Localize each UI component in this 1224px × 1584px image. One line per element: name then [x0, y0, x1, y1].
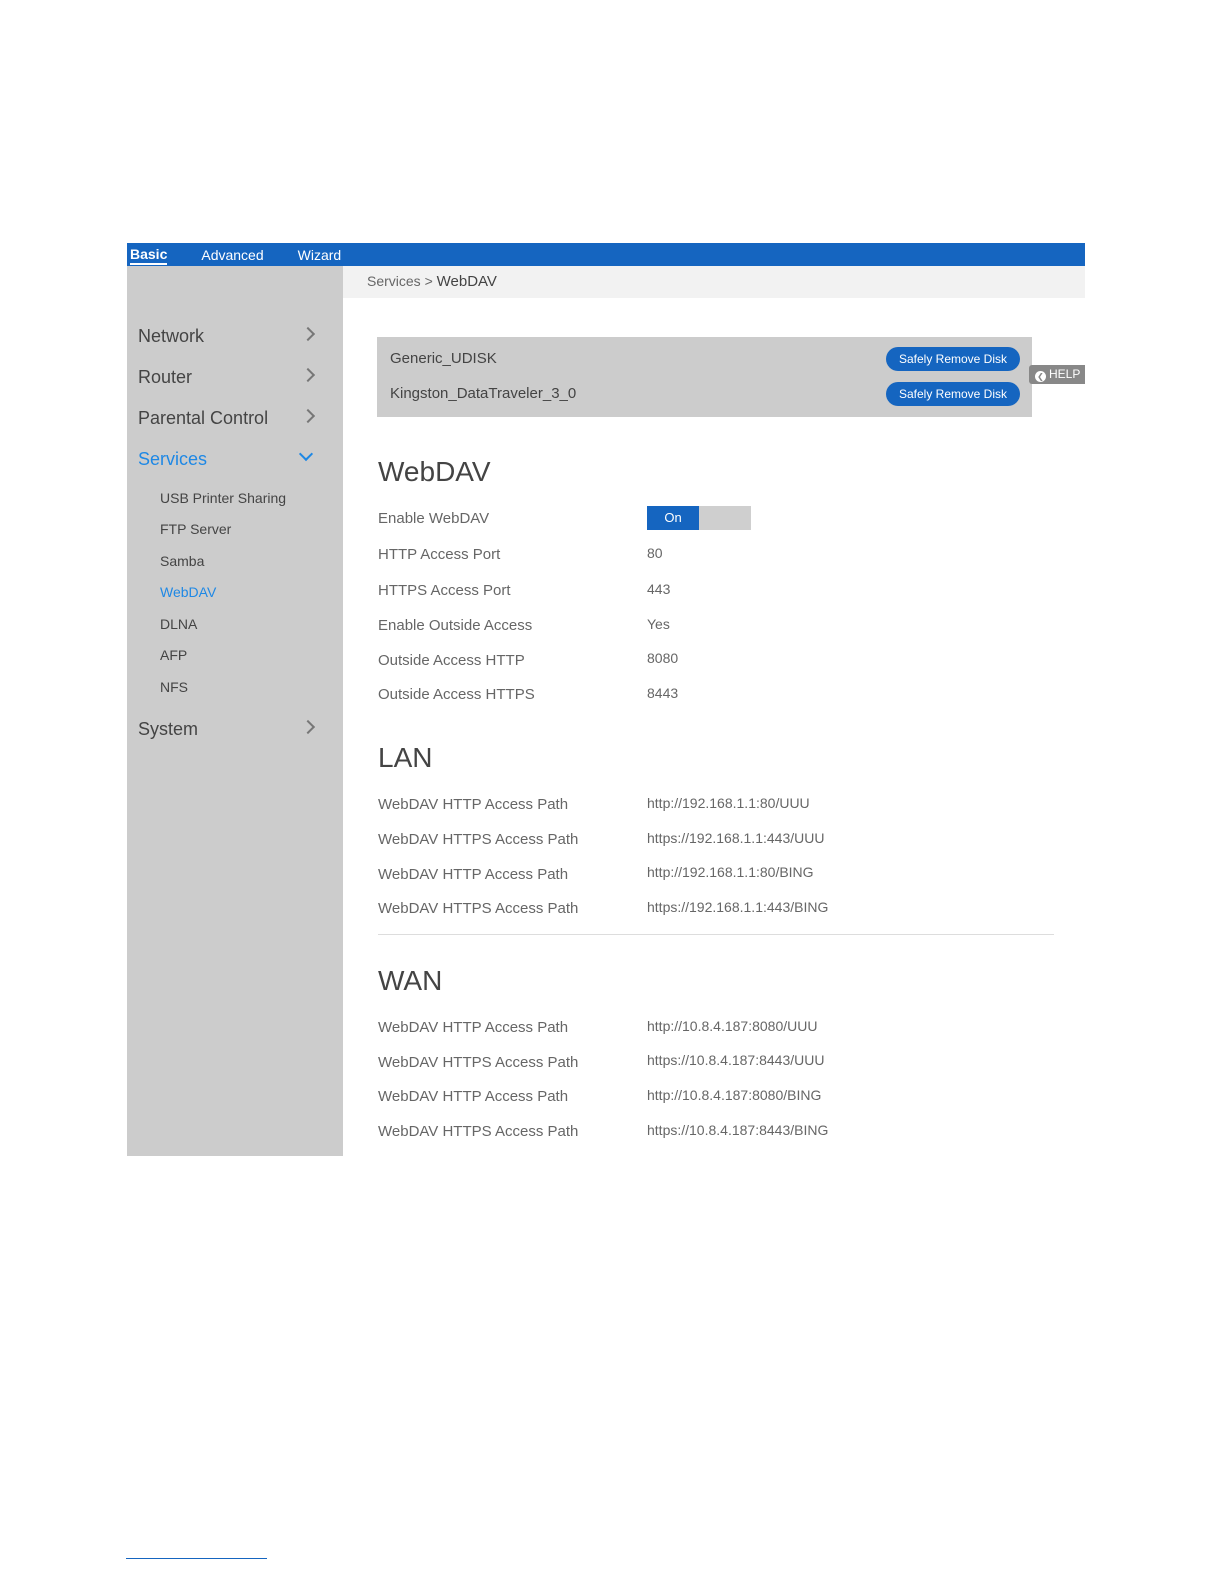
section-title-wan: WAN	[378, 965, 443, 996]
field-value: https://10.8.4.187:8443/UUU	[647, 1052, 825, 1068]
sidebar-item-label: System	[138, 719, 199, 739]
field-value: http://10.8.4.187:8080/BING	[647, 1087, 822, 1103]
sidebar-subitem-webdav[interactable]: WebDAV	[160, 584, 216, 600]
field-value: 443	[647, 581, 671, 597]
field-label: WebDAV HTTP Access Path	[378, 1088, 569, 1105]
field-value: http://192.168.1.1:80/BING	[647, 864, 814, 880]
sidebar-item-router[interactable]: Router	[138, 367, 316, 391]
sidebar-subitem-ftp-server[interactable]: FTP Server	[160, 521, 231, 537]
tab-wizard[interactable]: Wizard	[298, 246, 342, 264]
sidebar-subitem-dlna[interactable]: DLNA	[160, 616, 197, 632]
breadcrumb: Services > WebDAV	[367, 273, 497, 290]
chevron-right-icon	[300, 367, 316, 383]
field-label: WebDAV HTTPS Access Path	[378, 1123, 579, 1140]
field-value: https://10.8.4.187:8443/BING	[647, 1122, 829, 1138]
sidebar-subitem-usb-printer-sharing[interactable]: USB Printer Sharing	[160, 490, 286, 506]
chevron-left-icon: ❮	[1035, 371, 1046, 382]
enable-webdav-label: Enable WebDAV	[378, 510, 490, 527]
field-label: WebDAV HTTP Access Path	[378, 796, 569, 813]
tab-advanced[interactable]: Advanced	[201, 246, 263, 264]
field-label: HTTP Access Port	[378, 546, 501, 563]
enable-webdav-toggle[interactable]: On	[647, 506, 751, 530]
field-value: 80	[647, 545, 663, 561]
sidebar-subitem-nfs[interactable]: NFS	[160, 679, 188, 695]
field-label: HTTPS Access Port	[378, 582, 511, 599]
field-label: WebDAV HTTP Access Path	[378, 1019, 569, 1036]
field-label: WebDAV HTTPS Access Path	[378, 900, 579, 917]
chevron-right-icon	[300, 719, 316, 735]
section-title-webdav: WebDAV	[378, 456, 491, 487]
field-label: Enable Outside Access	[378, 617, 533, 634]
field-value: 8443	[647, 685, 679, 701]
field-value: http://192.168.1.1:80/UUU	[647, 795, 810, 811]
field-value: http://10.8.4.187:8080/UUU	[647, 1018, 818, 1034]
field-value: https://192.168.1.1:443/BING	[647, 899, 829, 915]
sidebar-item-label: Services	[138, 449, 208, 469]
top-nav-bar: Basic Advanced Wizard	[127, 243, 1085, 266]
footnote-divider	[126, 1558, 267, 1559]
sidebar: Network Router Parental Control Services…	[127, 266, 343, 1156]
field-label: WebDAV HTTP Access Path	[378, 866, 569, 883]
safely-remove-disk-button[interactable]: Safely Remove Disk	[886, 347, 1020, 371]
chevron-down-icon	[298, 446, 314, 462]
help-label: HELP	[1049, 367, 1081, 381]
field-value: https://192.168.1.1:443/UUU	[647, 830, 825, 846]
breadcrumb-parent[interactable]: Services >	[367, 273, 433, 289]
field-label: WebDAV HTTPS Access Path	[378, 831, 579, 848]
field-label: WebDAV HTTPS Access Path	[378, 1054, 579, 1071]
sidebar-item-label: Network	[138, 326, 205, 346]
toggle-on-state: On	[647, 506, 699, 530]
help-button[interactable]: ❮ HELP	[1029, 365, 1085, 384]
sidebar-subitem-samba[interactable]: Samba	[160, 553, 204, 569]
sidebar-item-network[interactable]: Network	[138, 326, 316, 350]
sidebar-item-parental-control[interactable]: Parental Control	[138, 408, 316, 432]
disk-panel: Generic_UDISK Safely Remove Disk Kingsto…	[377, 337, 1032, 417]
router-admin-app: Basic Advanced Wizard Network Router Par…	[127, 243, 1085, 1156]
breadcrumb-bar: Services > WebDAV	[343, 266, 1085, 298]
sidebar-item-system[interactable]: System	[138, 719, 316, 743]
chevron-right-icon	[300, 408, 316, 424]
field-label: Outside Access HTTP	[378, 652, 525, 669]
field-label: Outside Access HTTPS	[378, 686, 535, 703]
breadcrumb-current: WebDAV	[436, 273, 497, 290]
sidebar-item-label: Router	[138, 367, 193, 387]
disk-name: Generic_UDISK	[390, 350, 497, 367]
chevron-right-icon	[300, 326, 316, 342]
section-title-lan: LAN	[378, 742, 433, 773]
sidebar-item-label: Parental Control	[138, 408, 269, 428]
tab-basic[interactable]: Basic	[130, 245, 168, 265]
field-value: 8080	[647, 650, 679, 666]
safely-remove-disk-button[interactable]: Safely Remove Disk	[886, 382, 1020, 406]
sidebar-item-services[interactable]: Services	[138, 446, 314, 473]
field-value: Yes	[647, 616, 670, 632]
sidebar-subitem-afp[interactable]: AFP	[160, 647, 187, 663]
section-divider	[378, 934, 1054, 935]
disk-name: Kingston_DataTraveler_3_0	[390, 385, 577, 402]
